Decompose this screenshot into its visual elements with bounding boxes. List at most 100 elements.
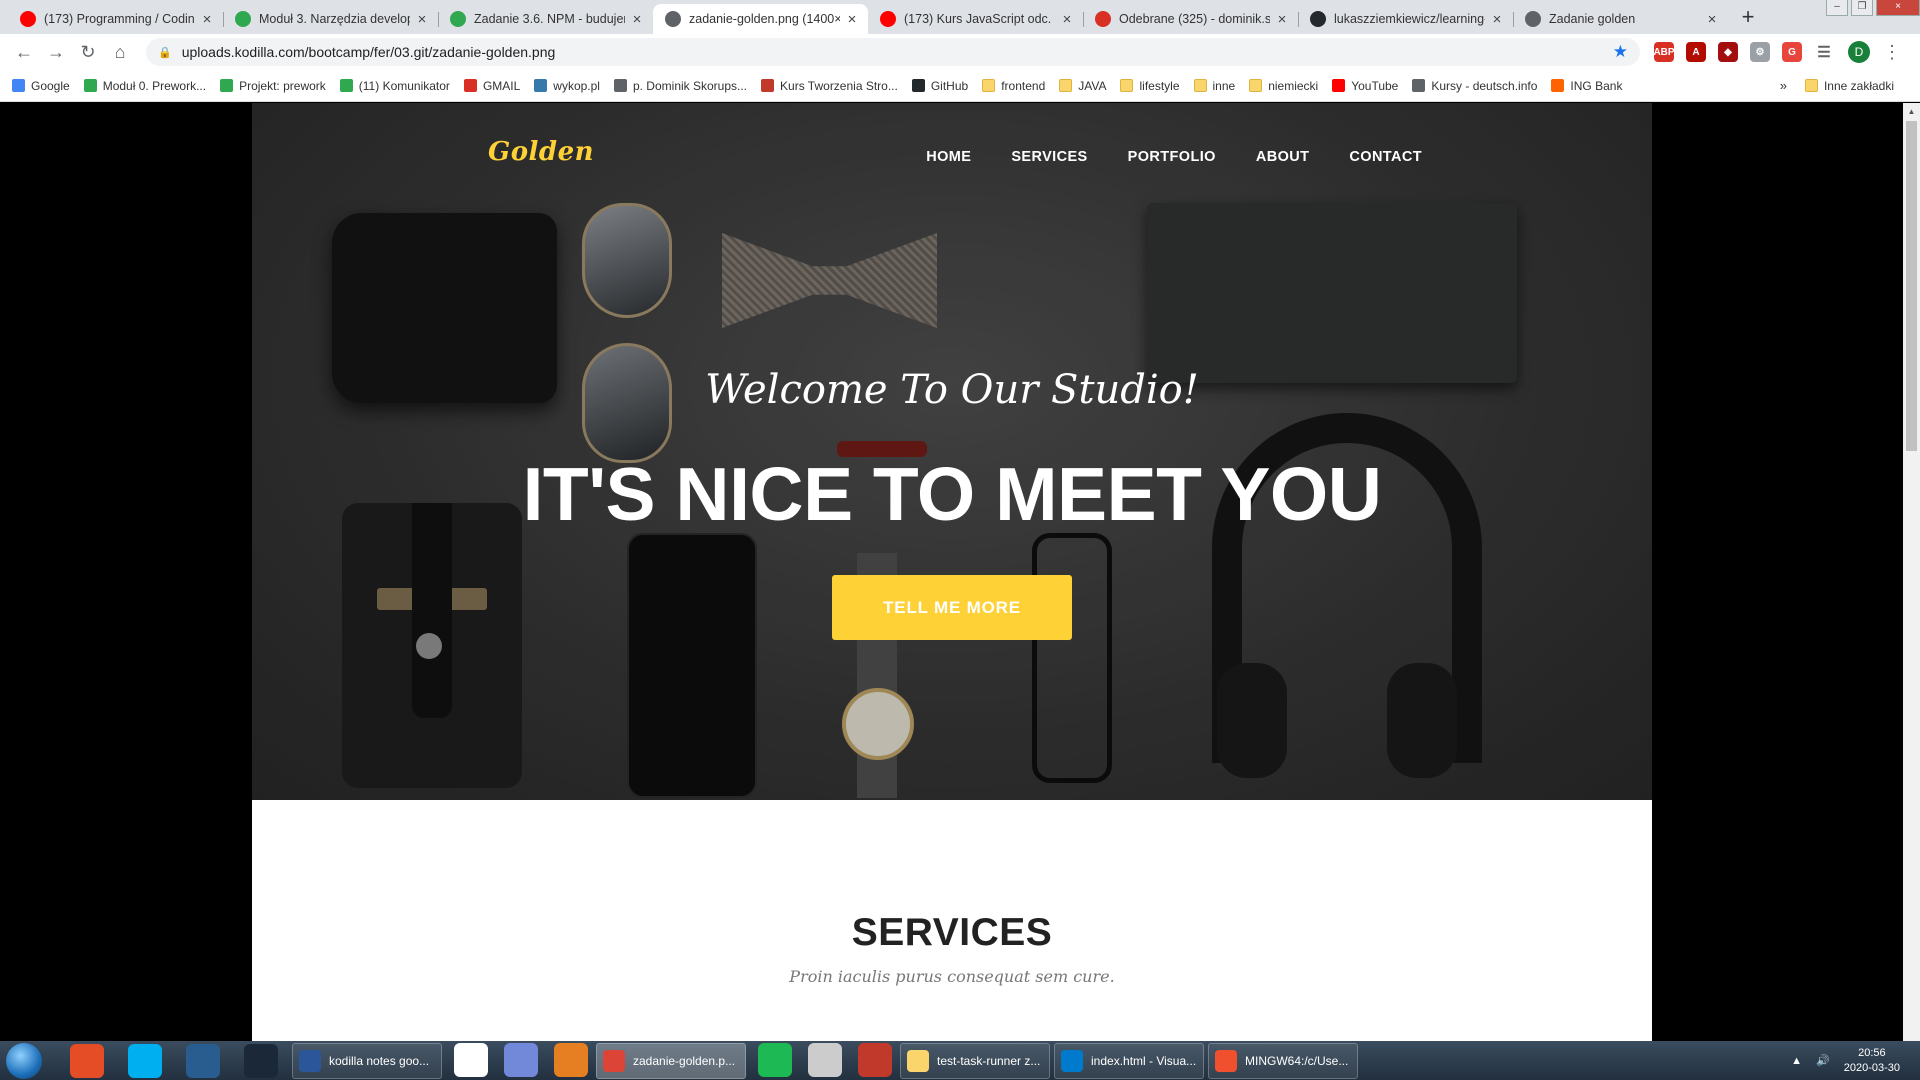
scroll-up-icon[interactable]: ▲ xyxy=(1903,103,1920,120)
nav-link-about[interactable]: ABOUT xyxy=(1256,149,1310,165)
volume-icon[interactable]: 🔊 xyxy=(1816,1054,1830,1067)
tab-close-icon[interactable]: × xyxy=(414,11,430,28)
close-window-icon[interactable]: × xyxy=(1876,0,1920,16)
bookmark-label: Projekt: prework xyxy=(239,78,326,93)
browser-tab[interactable]: Odebrane (325) - dominik.sk × xyxy=(1083,4,1298,34)
pdf-icon[interactable]: A xyxy=(1686,42,1706,62)
bookmark-item[interactable]: GMAIL xyxy=(463,78,521,93)
globe-icon xyxy=(665,11,681,27)
taskbar-window-button[interactable]: zadanie-golden.p... xyxy=(596,1042,746,1079)
bookmark-item[interactable]: ING Bank xyxy=(1551,79,1622,93)
bookmark-item[interactable]: Google xyxy=(12,79,70,93)
tab-close-icon[interactable]: × xyxy=(1489,11,1505,28)
nav-link-portfolio[interactable]: PORTFOLIO xyxy=(1128,149,1216,165)
browser-tab[interactable]: lukaszziemkiewicz/learning- × xyxy=(1298,4,1513,34)
tell-me-more-button[interactable]: TELL ME MORE xyxy=(832,575,1072,640)
bookmark-label: frontend xyxy=(1001,78,1046,93)
bookmark-list: Google Moduł 0. Prework... Projekt: prewor… xyxy=(12,79,1636,93)
tray-expand-icon[interactable]: ▲ xyxy=(1791,1055,1802,1067)
golden-mockup: Golden HOME SERVICES PORTFOLIO ABOUT CONTACT… xyxy=(252,103,1652,1041)
brand-logo[interactable]: Golden xyxy=(488,137,594,167)
taskbar-window-button[interactable]: MINGW64:/c/Use... xyxy=(1208,1042,1358,1079)
browser-tab[interactable]: (173) Kurs JavaScript odc. 1 × xyxy=(868,4,1083,34)
brackets-icon[interactable] xyxy=(70,1043,104,1078)
grammarly-icon[interactable]: G xyxy=(1782,42,1802,62)
bookmark-item[interactable]: Kursy - deutsch.info xyxy=(1412,79,1537,93)
home-icon[interactable]: ⌂ xyxy=(106,38,134,66)
browser-tab[interactable]: Zadanie golden × xyxy=(1513,4,1728,34)
bookmark-item[interactable]: niemiecki xyxy=(1249,79,1318,93)
adblock-icon[interactable]: ABP xyxy=(1653,42,1675,62)
youtube-icon xyxy=(1332,79,1346,92)
steam-icon[interactable] xyxy=(244,1043,278,1078)
bookmark-label: ING Bank xyxy=(1570,78,1623,93)
bookmark-item[interactable]: YouTube xyxy=(1332,79,1398,93)
browser-tab[interactable]: Zadanie 3.6. NPM - budujem × xyxy=(438,4,653,34)
bookmark-item[interactable]: inne xyxy=(1193,79,1235,93)
browser-tab[interactable]: Moduł 3. Narzędzia develop × xyxy=(223,4,438,34)
tab-close-icon[interactable]: × xyxy=(1059,11,1075,28)
globe-icon xyxy=(1412,79,1426,92)
bookmark-item[interactable]: JAVA xyxy=(1059,79,1106,93)
app-icon[interactable] xyxy=(554,1042,588,1077)
window-controls: – ❐ × xyxy=(1823,0,1920,16)
bookmark-item[interactable]: lifestyle xyxy=(1120,79,1180,93)
teamspeak-icon[interactable] xyxy=(186,1043,220,1078)
reload-icon[interactable]: ↻ xyxy=(74,38,102,66)
gear-icon[interactable]: ⚙ xyxy=(1750,42,1770,62)
bookmark-item[interactable]: wykop.pl xyxy=(534,79,600,93)
taskbar-window-label: test-task-runner z... xyxy=(937,1053,1041,1068)
services-heading: SERVICES xyxy=(851,911,1053,954)
taskbar: kodilla notes goo... zadanie-golden.p... t… xyxy=(0,1041,1920,1080)
bookmark-item[interactable]: p. Dominik Skorups... xyxy=(613,79,747,93)
tab-close-icon[interactable]: × xyxy=(199,11,215,28)
bookmark-item[interactable]: GitHub xyxy=(911,79,968,93)
url-text[interactable]: uploads.kodilla.com/bootcamp/fer/03.git/… xyxy=(182,44,1613,60)
taskbar-window-button[interactable]: index.html - Visua... xyxy=(1054,1042,1204,1079)
bookmark-item[interactable]: Projekt: prework xyxy=(220,79,326,93)
forward-icon[interactable]: → xyxy=(42,38,70,66)
bookmark-item[interactable]: Moduł 0. Prework... xyxy=(83,79,206,93)
back-icon[interactable]: ← xyxy=(10,38,38,66)
bookmark-label: Google xyxy=(31,78,70,93)
clock[interactable]: 20:56 2020-03-30 xyxy=(1844,1046,1900,1076)
bookmark-star-icon[interactable]: ★ xyxy=(1613,42,1628,62)
scrollbar-thumb[interactable] xyxy=(1906,121,1917,451)
nav-link-home[interactable]: HOME xyxy=(926,149,971,165)
shield-icon[interactable]: ◆ xyxy=(1718,42,1738,62)
reading-list-icon[interactable]: ☰ xyxy=(1814,42,1834,62)
poker-icon[interactable] xyxy=(858,1042,892,1077)
blank-file-icon[interactable] xyxy=(454,1042,488,1077)
globe-icon xyxy=(613,79,627,92)
tab-close-icon[interactable]: × xyxy=(844,11,860,28)
taskbar-window-button[interactable]: test-task-runner z... xyxy=(900,1042,1050,1079)
nav-link-services[interactable]: SERVICES xyxy=(1011,149,1087,165)
nav-link-contact[interactable]: CONTACT xyxy=(1349,149,1422,165)
app2-icon[interactable] xyxy=(808,1042,842,1077)
bookmarks-more-chevron[interactable]: » xyxy=(1780,78,1787,93)
restore-icon[interactable]: ❐ xyxy=(1851,0,1873,16)
minimize-icon[interactable]: – xyxy=(1826,0,1848,16)
page-scrollbar[interactable]: ▲ xyxy=(1903,103,1920,1041)
tab-close-icon[interactable]: × xyxy=(1274,11,1290,28)
other-bookmarks[interactable]: Inne zakładki xyxy=(1804,79,1894,93)
bookmark-item[interactable]: (11) Komunikator xyxy=(339,79,450,93)
tab-close-icon[interactable]: × xyxy=(629,11,645,28)
start-button[interactable] xyxy=(6,1042,42,1079)
address-bar[interactable]: 🔒 uploads.kodilla.com/bootcamp/fer/03.gi… xyxy=(146,38,1640,66)
bookmark-item[interactable]: frontend xyxy=(982,79,1045,93)
tab-close-icon[interactable]: × xyxy=(1704,11,1720,28)
profile-avatar[interactable]: D xyxy=(1848,41,1870,63)
browser-tab[interactable]: (173) Programming / Coding × xyxy=(8,4,223,34)
new-tab-button[interactable]: + xyxy=(1734,4,1762,32)
menu-kebab-icon[interactable]: ⋮ xyxy=(1878,38,1906,66)
bookmark-label: GMAIL xyxy=(482,78,521,93)
browser-tab[interactable]: zadanie-golden.png (1400× × xyxy=(653,4,868,34)
taskbar-window-button[interactable]: kodilla notes goo... xyxy=(292,1042,442,1079)
spotify-icon[interactable] xyxy=(758,1042,792,1077)
bookmark-item[interactable]: Kurs Tworzenia Stro... xyxy=(761,79,898,93)
discord-icon[interactable] xyxy=(504,1042,538,1077)
clock-time: 20:56 xyxy=(1858,1046,1886,1059)
kodilla-icon xyxy=(235,11,251,27)
skype-icon[interactable] xyxy=(128,1043,162,1078)
